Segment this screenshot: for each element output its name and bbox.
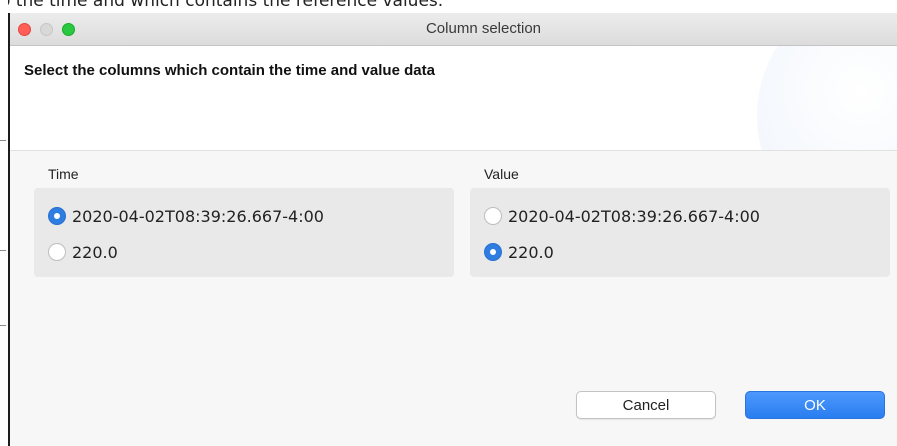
value-group-label: Value — [484, 166, 519, 182]
time-option-1[interactable]: 2020-04-02T08:39:26.667-4:00 — [48, 204, 324, 228]
radio-checked-icon[interactable] — [484, 243, 502, 261]
radio-checked-icon[interactable] — [48, 207, 66, 225]
edge-mark — [0, 325, 6, 326]
time-group-label: Time — [48, 166, 79, 182]
option-label: 220.0 — [72, 242, 118, 262]
time-option-2[interactable]: 220.0 — [48, 240, 118, 264]
header-decoration — [757, 46, 897, 150]
value-option-1[interactable]: 2020-04-02T08:39:26.667-4:00 — [484, 204, 760, 228]
background-window-edge — [0, 0, 8, 446]
value-option-2[interactable]: 220.0 — [484, 240, 554, 264]
background-caption: o the time and which contains the refere… — [0, 0, 444, 11]
option-label: 220.0 — [508, 242, 554, 262]
ok-button[interactable]: OK — [745, 391, 885, 419]
radio-unchecked-icon[interactable] — [48, 243, 66, 261]
window-title: Column selection — [425, 20, 542, 37]
value-group: 2020-04-02T08:39:26.667-4:00 220.0 — [470, 188, 890, 277]
header-title: Select the columns which contain the tim… — [24, 62, 435, 79]
column-selection-dialog: Column selection Select the columns whic… — [8, 13, 897, 446]
cancel-button[interactable]: Cancel — [576, 391, 716, 419]
radio-unchecked-icon[interactable] — [484, 207, 502, 225]
option-label: 2020-04-02T08:39:26.667-4:00 — [72, 206, 324, 226]
time-group: 2020-04-02T08:39:26.667-4:00 220.0 — [34, 188, 454, 277]
option-label: 2020-04-02T08:39:26.667-4:00 — [508, 206, 760, 226]
edge-mark — [0, 140, 6, 141]
edge-mark — [0, 250, 6, 251]
title-bar[interactable]: Column selection — [10, 13, 897, 46]
dialog-header: Select the columns which contain the tim… — [10, 46, 897, 151]
